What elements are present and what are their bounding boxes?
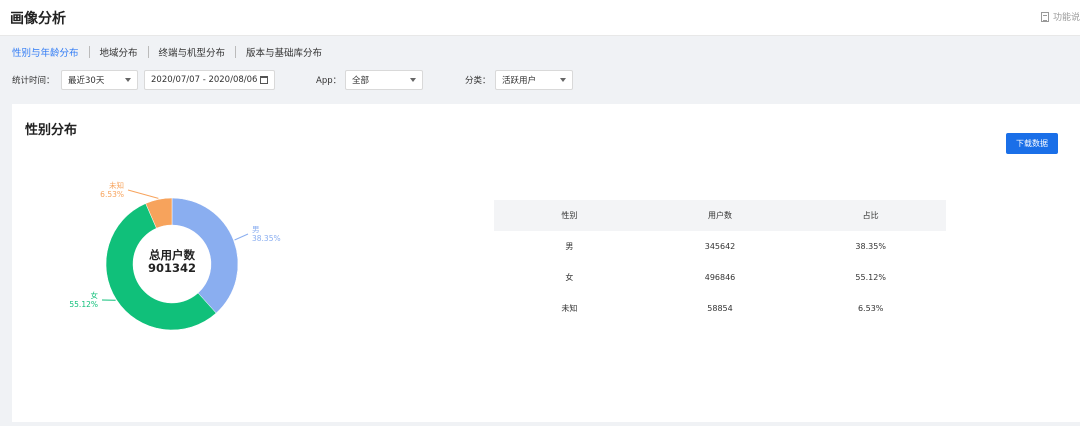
slice-label-male: 男 [252, 225, 260, 234]
help-label: 功能说 [1052, 13, 1080, 23]
donut-center-label: 总用户数 901342 [122, 249, 222, 275]
time-label: 统计时间： [12, 76, 55, 86]
category-value: 活跃用户 [502, 76, 537, 86]
label-leader-line [234, 233, 249, 241]
cell-users: 345642 [704, 242, 736, 251]
table-row: 男 345642 38.35% [494, 231, 946, 262]
cell-gender: 未知 [561, 304, 578, 313]
header-gender: 性别 [561, 211, 578, 220]
cell-gender: 男 [565, 242, 574, 251]
slice-percent-female: 55.12% [69, 300, 98, 309]
table-row: 未知 58854 6.53% [494, 293, 946, 324]
gender-donut-chart: 男38.35% 女55.12% 未知6.53% [69, 180, 281, 331]
gender-distribution-card: 性别分布 下载数据 男 38.35% 女 55.12% 未知 6.53% 总用户数 901… [12, 104, 1080, 422]
caret-down-icon [125, 78, 131, 82]
category-label: 分类： [465, 76, 491, 86]
cell-gender: 女 [565, 273, 574, 282]
cell-ratio: 38.35% [855, 242, 886, 251]
app-value: 全部 [352, 76, 370, 86]
gender-table: 性别 用户数 占比 男 345642 38.35% 女 496846 55.12… [494, 200, 946, 324]
label-leader-line [127, 189, 159, 199]
time-range-value: 最近30天 [68, 76, 105, 86]
slice-percent-male: 38.35% [252, 234, 281, 243]
caret-down-icon [410, 78, 416, 82]
page-title: 画像分析 [10, 11, 66, 27]
table-row: 女 496846 55.12% [494, 262, 946, 293]
filter-bar: 统计时间： 最近30天 2020/07/07 - 2020/08/06 App：… [12, 70, 1072, 90]
category-select[interactable]: 活跃用户 [495, 70, 573, 90]
cell-ratio: 55.12% [855, 273, 886, 282]
slice-label-female: 女 [91, 290, 99, 300]
time-range-select[interactable]: 最近30天 [61, 70, 138, 90]
tab-divider [235, 46, 237, 58]
header-ratio: 占比 [862, 211, 879, 220]
cell-users: 58854 [707, 304, 733, 313]
total-users-value: 901342 [147, 261, 196, 275]
date-range-picker[interactable]: 2020/07/07 - 2020/08/06 [144, 70, 275, 90]
slice-label-unknown: 未知 [109, 180, 124, 190]
download-data-button[interactable]: 下载数据 [1006, 133, 1058, 154]
tab-device[interactable]: 终端与机型分布 [159, 45, 226, 59]
calendar-icon [260, 76, 268, 84]
tab-version[interactable]: 版本与基础库分布 [246, 45, 322, 59]
slice-percent-unknown: 6.53% [100, 190, 124, 199]
date-range-value: 2020/07/07 - 2020/08/06 [151, 75, 258, 85]
tab-divider [88, 46, 90, 58]
tab-region[interactable]: 地域分布 [100, 45, 138, 59]
tab-divider [147, 46, 149, 58]
header-users: 用户数 [708, 211, 732, 220]
table-header: 性别 用户数 占比 [494, 200, 946, 231]
tab-bar: 性别与年龄分布 地域分布 终端与机型分布 版本与基础库分布 [12, 45, 322, 59]
tab-gender-age[interactable]: 性别与年龄分布 [12, 45, 79, 59]
cell-users: 496846 [704, 273, 736, 282]
app-select[interactable]: 全部 [345, 70, 423, 90]
help-link[interactable]: 功能说 [1040, 10, 1080, 23]
document-icon [1040, 11, 1049, 22]
cell-ratio: 6.53% [857, 304, 884, 313]
app-label: App： [316, 76, 342, 86]
top-bar: 画像分析 功能说 [0, 0, 1080, 36]
caret-down-icon [560, 78, 566, 82]
